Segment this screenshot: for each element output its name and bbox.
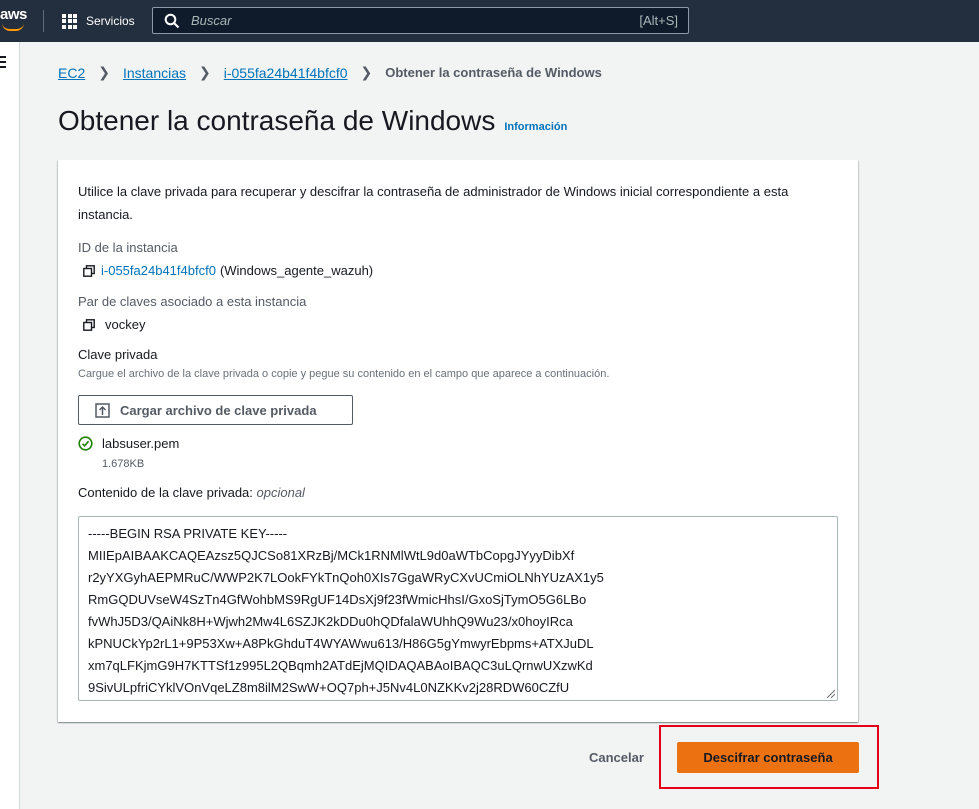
key-line: r2yYXGyhAEPMRuC/WWP2K7LOokFYkTnQoh0XIs7G… bbox=[88, 570, 604, 585]
private-key-label: Clave privada bbox=[78, 347, 158, 362]
search-icon bbox=[164, 13, 180, 28]
instance-id-value: i-055fa24b41f4bfcf0 (Windows_agente_wazu… bbox=[83, 263, 373, 278]
side-navigation-collapsed bbox=[0, 42, 20, 809]
breadcrumb-link-instance-id[interactable]: i-055fa24b41f4bfcf0 bbox=[224, 65, 348, 81]
search-bar[interactable]: [Alt+S] bbox=[152, 7, 689, 34]
key-line: xm7qLFKjmG9H7KTTSf1z995L2QBqmh2ATdEjMQID… bbox=[88, 658, 593, 673]
optional-marker: opcional bbox=[256, 485, 305, 500]
breadcrumb-current: Obtener la contraseña de Windows bbox=[385, 65, 602, 80]
key-line: -----BEGIN RSA PRIVATE KEY----- bbox=[88, 526, 288, 541]
key-line: MIIEpAIBAAKCAQEAzsz5QJCSo81XRzBj/MCk1RNM… bbox=[88, 548, 575, 563]
file-size: 1.678KB bbox=[102, 458, 145, 470]
uploaded-file: labsuser.pem bbox=[78, 436, 179, 451]
key-line: 9SivULpfriCYklVOnVqeLZ8m8ilM2SwW+OQ7ph+J… bbox=[88, 680, 570, 695]
instance-id-link[interactable]: i-055fa24b41f4bfcf0 bbox=[101, 263, 216, 278]
highlight-annotation bbox=[659, 725, 879, 789]
password-card: Utilice la clave privada para recuperar … bbox=[58, 160, 858, 722]
chevron-right-icon: ❯ bbox=[360, 64, 373, 80]
copy-icon[interactable] bbox=[83, 318, 95, 331]
resize-handle-icon[interactable] bbox=[826, 689, 835, 698]
breadcrumb-link-instances[interactable]: Instancias bbox=[123, 65, 186, 81]
keypair-value: vockey bbox=[83, 317, 145, 332]
aws-logo[interactable]: aws bbox=[0, 6, 27, 23]
private-key-textarea[interactable]: -----BEGIN RSA PRIVATE KEY----- MIIEpAIBA… bbox=[78, 516, 838, 701]
copy-icon[interactable] bbox=[83, 264, 95, 277]
key-content-label-text: Contenido de la clave privada: bbox=[78, 485, 253, 500]
file-name: labsuser.pem bbox=[102, 436, 180, 451]
search-input[interactable] bbox=[189, 12, 640, 29]
grid-icon bbox=[62, 13, 77, 29]
key-line: fvWhJ5D3/QAiNk8H+Wjwh2Mw4L6SZJK2kDDu0hQD… bbox=[88, 614, 573, 629]
chevron-right-icon: ❯ bbox=[199, 64, 211, 80]
keypair-name: vockey bbox=[105, 317, 146, 332]
nav-divider bbox=[43, 10, 44, 32]
upload-private-key-button[interactable]: Cargar archivo de clave privada bbox=[78, 395, 353, 425]
info-link[interactable]: Información bbox=[504, 121, 567, 133]
breadcrumb: EC2 ❯ Instancias ❯ i-055fa24b41f4bfcf0 ❯… bbox=[58, 64, 602, 81]
cancel-button[interactable]: Cancelar bbox=[589, 750, 644, 765]
services-menu-button[interactable]: Servicios bbox=[62, 12, 135, 30]
top-navigation-bar: aws Servicios [Alt+S] bbox=[0, 0, 979, 42]
key-line: RmGQDUVseW4SzTn4GfWohbMS9RgUF14DsXj9f23f… bbox=[88, 592, 587, 607]
keypair-label: Par de claves asociado a esta instancia bbox=[78, 294, 307, 309]
search-shortcut-hint: [Alt+S] bbox=[639, 13, 678, 28]
upload-icon bbox=[95, 402, 110, 418]
page-title: Obtener la contraseña de Windows bbox=[58, 105, 496, 136]
check-circle-icon bbox=[78, 436, 93, 451]
key-line: kPNUCkYp2rL1+9P53Xw+A8PkGhduT4WYAWwu613/… bbox=[88, 636, 594, 651]
upload-button-label: Cargar archivo de clave privada bbox=[120, 402, 317, 418]
aws-logo-smile-icon bbox=[2, 23, 24, 31]
chevron-right-icon: ❯ bbox=[98, 64, 110, 80]
instance-id-label: ID de la instancia bbox=[78, 240, 178, 255]
services-label: Servicios bbox=[86, 14, 135, 28]
private-key-description: Cargue el archivo de la clave privada o … bbox=[78, 368, 610, 380]
breadcrumb-link-ec2[interactable]: EC2 bbox=[58, 65, 85, 81]
intro-text: Utilice la clave privada para recuperar … bbox=[78, 184, 789, 222]
hamburger-menu-icon[interactable] bbox=[0, 56, 6, 71]
key-content-label: Contenido de la clave privada: opcional bbox=[78, 485, 305, 500]
instance-name: (Windows_agente_wazuh) bbox=[219, 263, 374, 278]
page-header: Obtener la contraseña de Windows Informa… bbox=[58, 105, 567, 137]
